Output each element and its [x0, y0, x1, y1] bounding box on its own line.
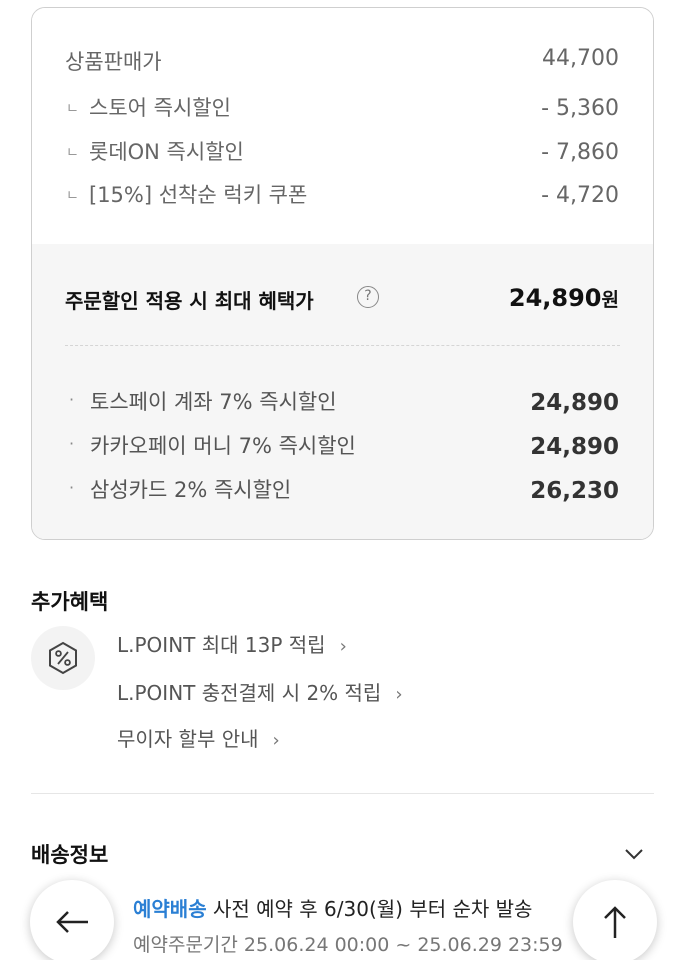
bullet: ·	[69, 390, 75, 409]
discount-label: 롯데ON 즉시할인	[89, 140, 244, 164]
installment-info-link[interactable]: 무이자 할부 안내 ›	[117, 723, 280, 753]
benefit-link-label: 무이자 할부 안내	[117, 727, 259, 751]
chevron-right-icon: ›	[272, 730, 280, 751]
scroll-top-button[interactable]	[573, 880, 657, 960]
price-breakdown: 상품판매가 44,700 ㄴ 스토어 즉시할인 - 5,360 ㄴ 롯데ON 즉…	[32, 8, 653, 244]
shipping-notice: 예약배송 사전 예약 후 6/30(월) 부터 순차 발송	[133, 893, 532, 922]
bullet: ·	[69, 478, 75, 497]
discount-label: 스토어 즉시할인	[89, 96, 231, 120]
back-button[interactable]	[30, 880, 114, 960]
discount-row: ㄴ [15%] 선착순 럭키 쿠폰 - 4,720	[32, 179, 653, 213]
payment-option-label: 카카오페이 머니 7% 즉시할인	[90, 434, 356, 458]
reservation-period: 예약주문기간 25.06.24 00:00 ~ 25.06.29 23:59	[133, 934, 563, 956]
discount-label: [15%] 선착순 럭키 쿠폰	[89, 183, 308, 207]
sale-price-row: 상품판매가 44,700	[32, 46, 653, 80]
benefit-badge	[31, 626, 95, 690]
percent-badge-icon	[49, 641, 77, 675]
benefit-link-label: L.POINT 충전결제 시 2% 적립	[117, 681, 382, 705]
max-benefit-value: 24,890	[508, 284, 602, 312]
chevron-right-icon: ›	[395, 684, 403, 705]
price-summary-card: 상품판매가 44,700 ㄴ 스토어 즉시할인 - 5,360 ㄴ 롯데ON 즉…	[31, 7, 654, 540]
payment-option-value: 26,230	[530, 478, 619, 504]
sub-item-marker: ㄴ	[66, 188, 79, 204]
payment-option-row: · 카카오페이 머니 7% 즉시할인 24,890	[32, 430, 653, 464]
sale-price-value: 44,700	[542, 46, 619, 71]
discount-value: - 5,360	[541, 96, 619, 121]
discount-value: - 4,720	[541, 183, 619, 208]
payment-option-row: · 토스페이 계좌 7% 즉시할인 24,890	[32, 386, 653, 420]
lpoint-max-link[interactable]: L.POINT 최대 13P 적립 ›	[117, 629, 347, 659]
sub-item-marker: ㄴ	[66, 145, 79, 161]
section-divider	[31, 793, 654, 794]
max-benefit-price: 24,890원	[509, 284, 619, 312]
chevron-right-icon: ›	[339, 636, 347, 657]
sale-price-label: 상품판매가	[65, 50, 162, 74]
dashed-divider	[65, 345, 620, 346]
payment-option-label: 토스페이 계좌 7% 즉시할인	[90, 390, 337, 414]
help-icon[interactable]: ?	[357, 286, 379, 308]
payment-option-row: · 삼성카드 2% 즉시할인 26,230	[32, 474, 653, 508]
benefit-link-label: L.POINT 최대 13P 적립	[117, 633, 326, 657]
lpoint-charge-link[interactable]: L.POINT 충전결제 시 2% 적립 ›	[117, 677, 403, 707]
discount-value: - 7,860	[541, 140, 619, 165]
chevron-down-icon[interactable]	[622, 842, 646, 866]
currency-unit: 원	[601, 289, 619, 311]
bullet: ·	[69, 434, 75, 453]
discount-row: ㄴ 롯데ON 즉시할인 - 7,860	[32, 136, 653, 170]
max-benefit-label: 주문할인 적용 시 최대 혜택가	[65, 289, 314, 313]
payment-option-value: 24,890	[530, 434, 619, 460]
payment-option-label: 삼성카드 2% 즉시할인	[90, 478, 292, 502]
arrow-left-icon	[56, 911, 88, 933]
reservation-badge: 예약배송	[133, 897, 207, 921]
sub-item-marker: ㄴ	[66, 101, 79, 117]
shipping-notice-text: 사전 예약 후 6/30(월) 부터 순차 발송	[206, 897, 533, 921]
arrow-up-icon	[604, 906, 626, 938]
discount-row: ㄴ 스토어 즉시할인 - 5,360	[32, 92, 653, 126]
extra-benefits-title: 추가혜택	[31, 590, 109, 614]
shipping-title: 배송정보	[31, 843, 109, 867]
payment-option-value: 24,890	[530, 390, 619, 416]
